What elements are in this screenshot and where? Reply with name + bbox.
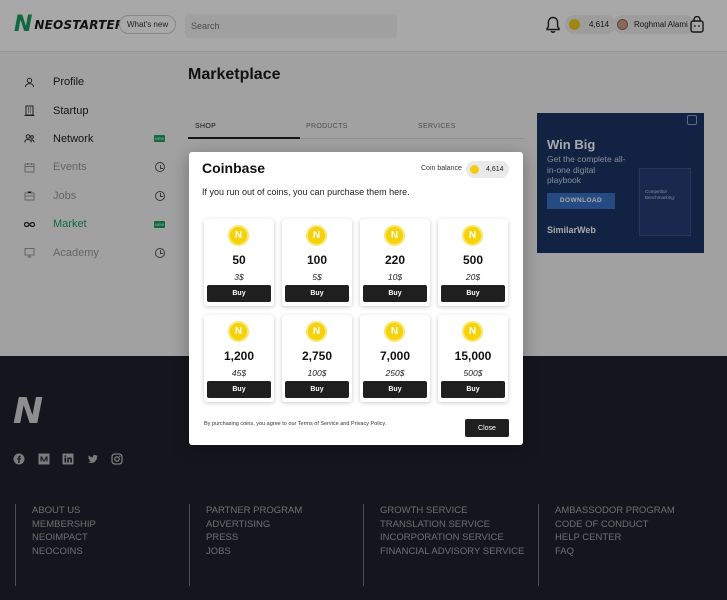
buy-button[interactable]: Buy [285, 285, 349, 302]
pack-price: 5$ [312, 272, 322, 282]
pack-amount: 220 [384, 253, 406, 267]
neocoin-icon: N [384, 225, 405, 246]
coin-icon [470, 165, 479, 174]
terms-notice: By purchasing coins, you agree to our Te… [204, 421, 387, 427]
pack-price: 250$ [385, 368, 405, 378]
pack-amount: 100 [306, 253, 328, 267]
neocoin-icon: N [306, 225, 327, 246]
coin-pack-50: N 50 3$ Buy [204, 219, 274, 306]
buy-button[interactable]: Buy [363, 285, 427, 302]
modal-coin-balance: 4,614 [466, 161, 509, 178]
pack-amount: 2,750 [301, 349, 333, 363]
buy-button[interactable]: Buy [441, 381, 505, 398]
pack-price: 20$ [465, 272, 481, 282]
pack-amount: 50 [232, 253, 246, 267]
coin-pack-2750: N 2,750 100$ Buy [282, 315, 352, 402]
pack-amount: 1,200 [223, 349, 255, 363]
buy-button[interactable]: Buy [207, 381, 271, 398]
buy-button[interactable]: Buy [363, 381, 427, 398]
pack-amount: 7,000 [379, 349, 411, 363]
coin-pack-15000: N 15,000 500$ Buy [438, 315, 508, 402]
coinbase-modal: Coinbase Coin balance 4,614 If you run o… [189, 152, 523, 445]
neocoin-icon: N [462, 225, 483, 246]
pack-price: 10$ [387, 272, 403, 282]
coin-pack-1200: N 1,200 45$ Buy [204, 315, 274, 402]
coin-pack-220: N 220 10$ Buy [360, 219, 430, 306]
buy-button[interactable]: Buy [207, 285, 271, 302]
close-button[interactable]: Close [465, 419, 509, 437]
neocoin-icon: N [306, 321, 327, 342]
modal-title: Coinbase [202, 160, 266, 176]
neocoin-icon: N [228, 321, 249, 342]
neocoin-icon: N [384, 321, 405, 342]
modal-description: If you run out of coins, you can purchas… [202, 187, 410, 197]
pack-amount: 15,000 [454, 349, 492, 363]
pack-price: 100$ [307, 368, 327, 378]
pack-price: 45$ [231, 368, 247, 378]
neocoin-icon: N [228, 225, 249, 246]
pack-price: 3$ [234, 272, 244, 282]
buy-button[interactable]: Buy [441, 285, 505, 302]
coin-balance-label: Coin balance [421, 165, 462, 172]
neocoin-icon: N [462, 321, 483, 342]
coin-pack-7000: N 7,000 250$ Buy [360, 315, 430, 402]
pack-amount: 500 [462, 253, 484, 267]
modal-coin-balance-value: 4,614 [486, 166, 504, 173]
coin-pack-100: N 100 5$ Buy [282, 219, 352, 306]
buy-button[interactable]: Buy [285, 381, 349, 398]
coin-pack-500: N 500 20$ Buy [438, 219, 508, 306]
pack-price: 500$ [463, 368, 483, 378]
